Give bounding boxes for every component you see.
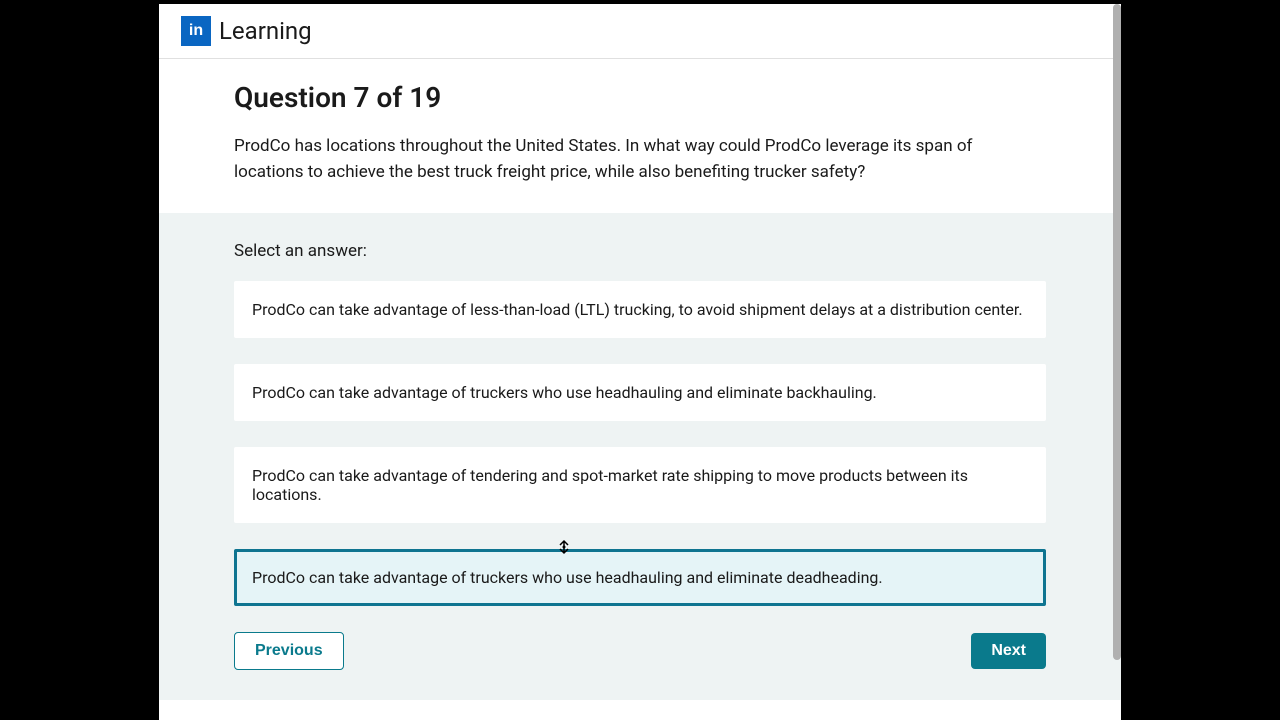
answer-option-text: ProdCo can take advantage of truckers wh…	[252, 568, 883, 587]
answer-option-text: ProdCo can take advantage of tendering a…	[252, 466, 968, 504]
answer-section: Select an answer: ProdCo can take advant…	[159, 213, 1121, 700]
logo-text: in	[189, 22, 203, 40]
linkedin-logo-icon: in	[181, 16, 211, 46]
answer-option-2[interactable]: ProdCo can take advantage of truckers wh…	[234, 364, 1046, 421]
select-answer-label: Select an answer:	[234, 241, 1046, 261]
answer-option-4[interactable]: ProdCo can take advantage of truckers wh…	[234, 549, 1046, 606]
question-section: Question 7 of 19 ProdCo has locations th…	[159, 59, 1121, 213]
header: in Learning	[159, 4, 1121, 59]
app-container: in Learning Question 7 of 19 ProdCo has …	[159, 4, 1121, 720]
answer-option-text: ProdCo can take advantage of truckers wh…	[252, 383, 877, 402]
previous-button[interactable]: Previous	[234, 632, 344, 670]
question-title: Question 7 of 19	[234, 81, 1046, 114]
scrollbar[interactable]	[1113, 4, 1121, 660]
answer-option-text: ProdCo can take advantage of less-than-l…	[252, 300, 1023, 319]
question-prompt: ProdCo has locations throughout the Unit…	[234, 134, 1046, 185]
answer-option-3[interactable]: ProdCo can take advantage of tendering a…	[234, 447, 1046, 523]
next-button[interactable]: Next	[971, 633, 1046, 669]
brand-name: Learning	[219, 17, 312, 45]
answer-option-1[interactable]: ProdCo can take advantage of less-than-l…	[234, 281, 1046, 338]
nav-row: Previous Next	[234, 632, 1046, 670]
